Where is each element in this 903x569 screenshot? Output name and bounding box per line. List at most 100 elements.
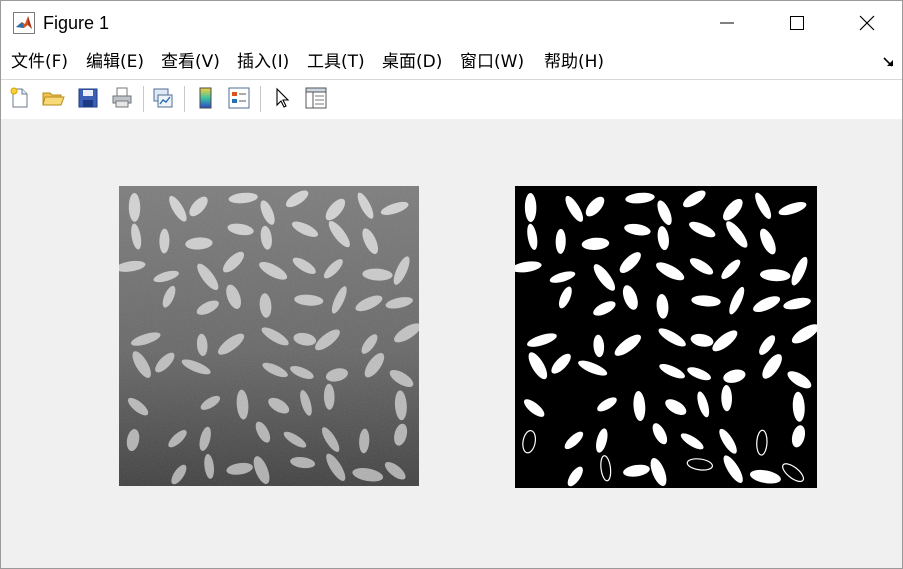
rice-grain	[596, 428, 608, 453]
grayscale-image-canvas	[119, 186, 419, 486]
rice-grain	[656, 262, 685, 281]
image-noise-overlay	[119, 186, 419, 486]
rice-grain	[792, 391, 805, 422]
rice-grain	[650, 457, 667, 486]
open-file-icon	[42, 92, 65, 106]
toolbar-separator	[260, 86, 261, 112]
menu-window[interactable]: 窗口(W)	[460, 51, 524, 73]
rice-grain	[597, 397, 617, 412]
rice-grain	[680, 433, 704, 450]
rice-grain	[657, 226, 669, 251]
save-figure-button[interactable]	[75, 85, 101, 111]
rice-grain	[762, 354, 782, 379]
rice-grain	[658, 328, 686, 347]
rice-grain	[585, 196, 605, 217]
rice-grain	[623, 464, 650, 477]
menu-edit[interactable]: 编辑(E)	[86, 51, 144, 73]
edit-plot-button[interactable]	[269, 85, 295, 111]
toolbar-separator	[143, 86, 144, 112]
figure-canvas	[1, 119, 902, 568]
rice-grain	[787, 371, 812, 389]
rice-grain	[759, 335, 776, 355]
open-file-button[interactable]	[40, 85, 66, 111]
maximize-icon	[790, 16, 804, 30]
rice-grain	[657, 200, 672, 226]
menu-desktop[interactable]: 桌面(D)	[382, 51, 442, 73]
menu-bar: 文件(F) 编辑(E) 查看(V) 插入(I) 工具(T) 桌面(D) 窗口(W…	[1, 45, 902, 79]
rice-grain	[723, 369, 746, 383]
new-figure-button[interactable]	[7, 85, 33, 111]
minimize-button[interactable]	[692, 1, 762, 45]
rice-grain	[593, 264, 616, 291]
rice-grain	[665, 399, 687, 416]
rice-grain	[719, 428, 737, 454]
rice-grain	[686, 458, 714, 471]
rice-grain	[558, 286, 572, 309]
print-figure-button[interactable]	[109, 85, 135, 111]
original-grayscale-image[interactable]	[119, 186, 419, 486]
rice-grain	[689, 221, 716, 238]
rice-grain	[551, 353, 571, 374]
rice-grain	[749, 469, 781, 484]
rice-grain	[721, 385, 732, 412]
rice-grain	[527, 333, 557, 347]
link-plot-icon	[153, 88, 173, 108]
rice-grain	[593, 301, 616, 316]
close-icon	[859, 15, 875, 31]
rice-grain	[578, 360, 608, 376]
rice-grain	[522, 430, 537, 454]
rice-grain	[712, 330, 738, 352]
rice-grain	[659, 363, 685, 379]
rice-grain	[633, 390, 646, 422]
maximize-button[interactable]	[762, 1, 832, 45]
rice-grain	[791, 324, 817, 344]
rice-grain	[723, 198, 743, 221]
insert-colorbar-icon	[199, 87, 212, 109]
rice-grain	[697, 391, 710, 418]
rice-grain	[791, 425, 806, 448]
menu-view[interactable]: 查看(V)	[161, 51, 220, 73]
rice-grain	[753, 296, 781, 313]
rice-grain	[782, 463, 805, 483]
rice-grain	[515, 261, 542, 273]
rice-grain	[755, 192, 772, 219]
rice-grain	[683, 190, 706, 208]
rice-grain	[564, 431, 584, 450]
new-figure-icon	[10, 87, 28, 108]
rice-grain	[527, 223, 538, 250]
figure-window: Figure 1 文件(F) 编辑(E) 查看(V) 插入(I) 工具(T) 桌…	[0, 0, 903, 569]
rice-grain	[760, 228, 776, 255]
rice-grain	[759, 269, 791, 282]
menu-file[interactable]: 文件(F)	[11, 51, 68, 73]
insert-legend-button[interactable]	[226, 85, 252, 111]
binary-thresholded-image[interactable]	[515, 186, 817, 488]
rice-grain	[721, 259, 741, 280]
menu-insert[interactable]: 插入(I)	[237, 51, 289, 73]
rice-grain	[593, 334, 605, 358]
toolbar-separator	[184, 86, 185, 112]
rice-grain	[656, 293, 669, 319]
rice-grain	[523, 399, 545, 417]
rice-grain	[528, 352, 548, 380]
rice-grain	[567, 466, 583, 487]
figure-toolbar	[1, 79, 902, 120]
rice-grain	[581, 237, 610, 250]
rice-grain	[555, 228, 566, 254]
rice-grain	[549, 271, 576, 283]
rice-grain	[622, 285, 638, 310]
rice-grain	[565, 195, 584, 222]
close-button[interactable]	[832, 1, 902, 45]
rice-grain	[729, 286, 745, 315]
property-inspector-button[interactable]	[303, 85, 329, 111]
menu-help[interactable]: 帮助(H)	[544, 51, 604, 73]
menu-tools[interactable]: 工具(T)	[307, 51, 365, 73]
rice-grain	[687, 367, 711, 381]
dock-arrow-icon[interactable]	[882, 55, 896, 69]
rice-grain	[723, 455, 743, 483]
binary-image-canvas	[515, 190, 817, 487]
insert-legend-icon	[228, 87, 250, 109]
link-plot-button[interactable]	[150, 85, 176, 111]
rice-grain	[756, 429, 768, 456]
insert-colorbar-button[interactable]	[193, 85, 219, 111]
rice-grain	[524, 193, 537, 223]
